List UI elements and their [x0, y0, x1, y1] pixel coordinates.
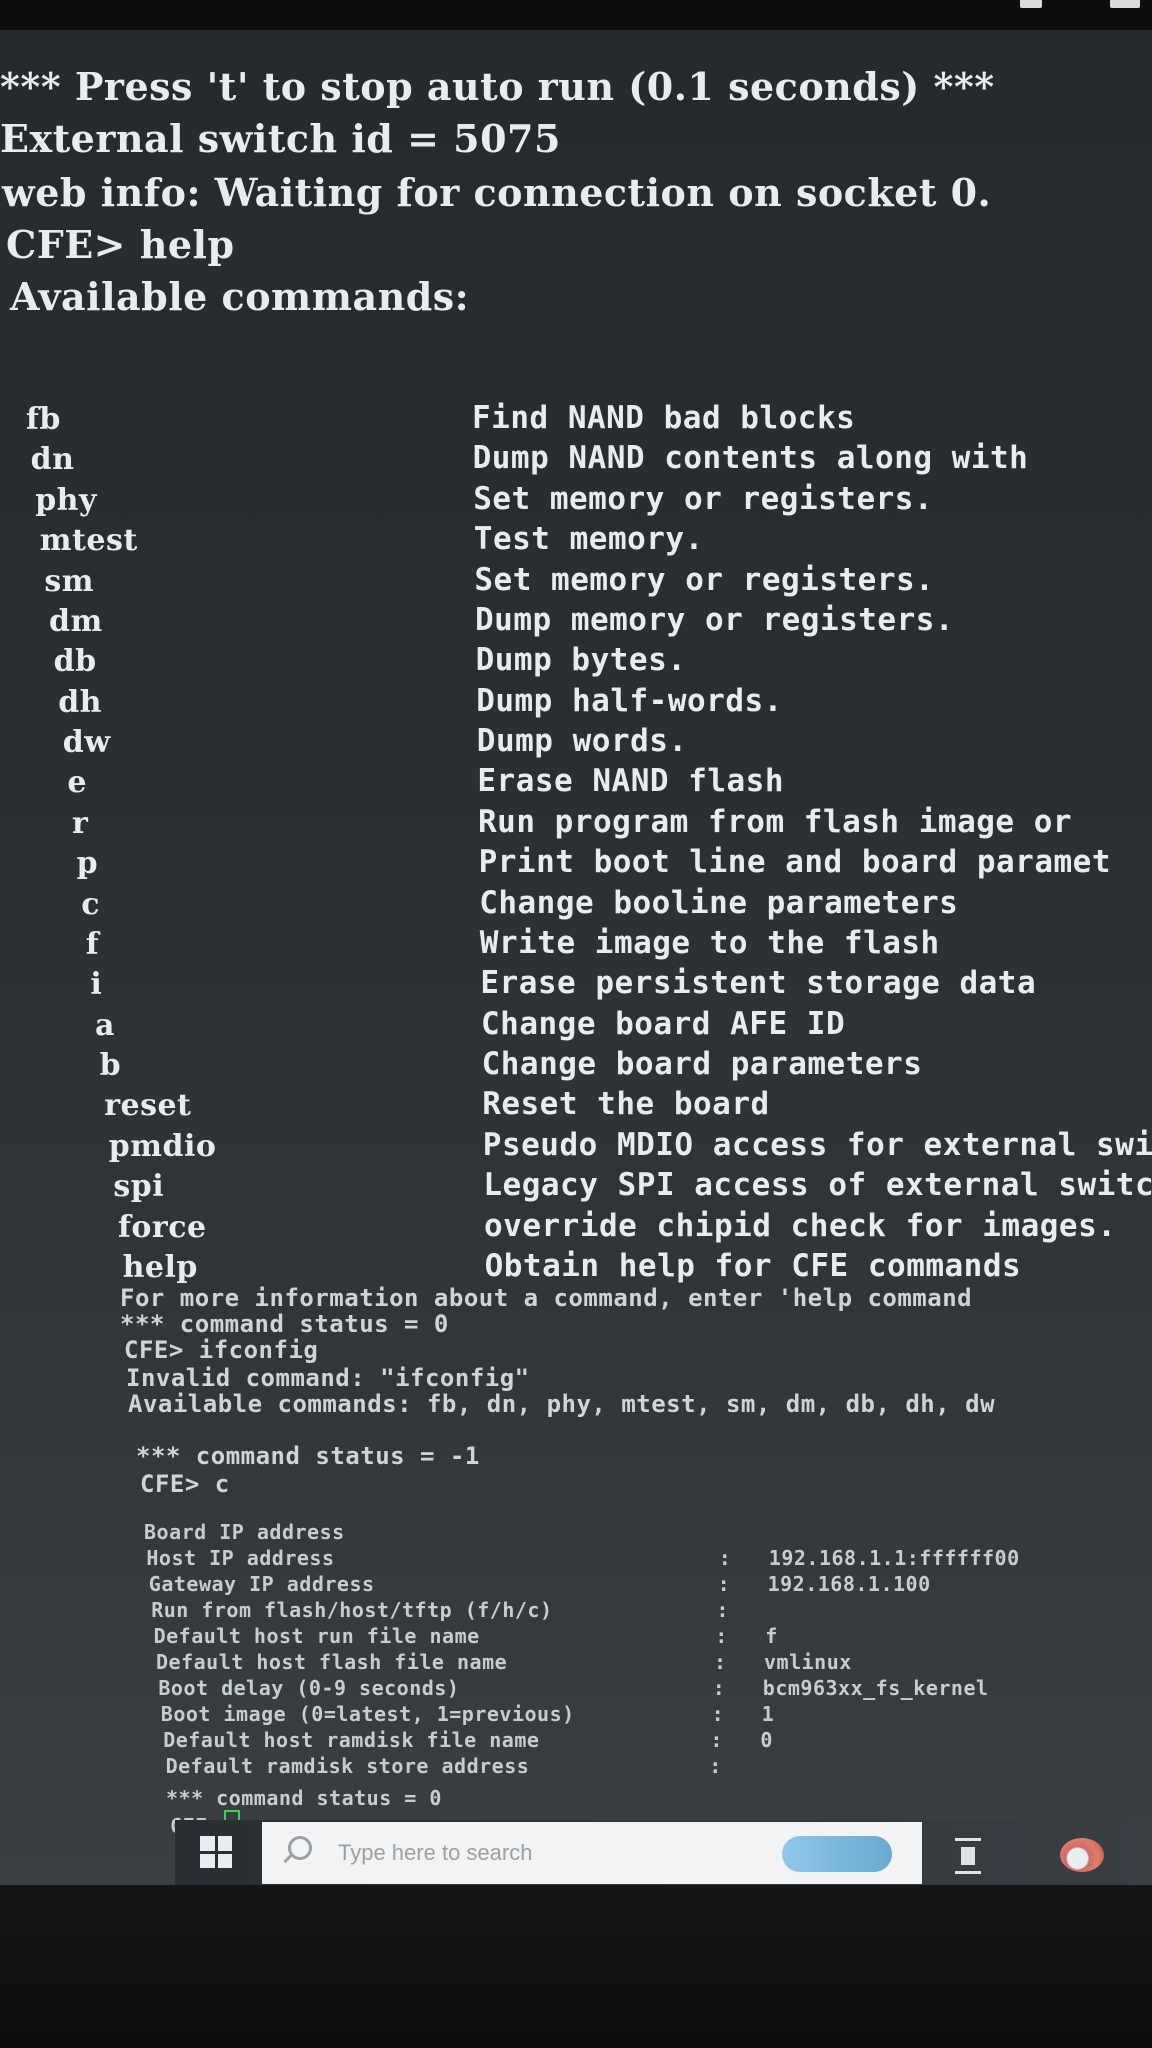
command-name: force	[118, 1209, 207, 1245]
windows-start-icon[interactable]	[200, 1836, 232, 1868]
command-name: dh	[58, 684, 102, 720]
switch-id-line: External switch id = 5075	[0, 116, 561, 161]
edge-browser-icon[interactable]	[1060, 1838, 1104, 1872]
task-view-icon[interactable]	[955, 1838, 981, 1874]
command-description: Legacy SPI access of external switc	[483, 1167, 1152, 1204]
parameter-value: vmlinux	[764, 1650, 852, 1674]
parameter-value: f	[765, 1624, 778, 1648]
parameter-label: Boot image (0=latest, 1=previous)	[160, 1702, 575, 1726]
command-name: pmdio	[108, 1128, 217, 1164]
parameter-separator: :	[716, 1598, 729, 1622]
invalid-command-line: Invalid command: "ifconfig"	[126, 1364, 530, 1392]
command-description: Erase NAND flash	[477, 763, 785, 800]
parameter-label: Host IP address	[146, 1546, 335, 1570]
command-description: Change board parameters	[481, 1046, 923, 1083]
command-name: e	[67, 765, 87, 801]
command-name: f	[85, 926, 100, 962]
command-description: Find NAND bad blocks	[472, 400, 856, 436]
command-name: spi	[113, 1169, 165, 1205]
parameter-value: 192.168.1.100	[767, 1572, 931, 1596]
prompt-help: CFE> help	[6, 222, 235, 267]
parameter-separator: :	[717, 1572, 731, 1596]
parameter-label: Boot delay (0-9 seconds)	[158, 1676, 460, 1700]
command-status: *** command status = 0	[120, 1310, 449, 1338]
parameter-label: Default host flash file name	[156, 1650, 508, 1674]
command-name: sm	[44, 563, 95, 599]
command-name: mtest	[39, 523, 138, 559]
command-description: Dump half-words.	[476, 682, 783, 719]
command-description: Change booline parameters	[479, 884, 959, 921]
command-description: Change board AFE ID	[481, 1005, 846, 1042]
parameter-separator: :	[712, 1676, 726, 1700]
command-description: Dump memory or registers.	[475, 601, 955, 638]
autorun-banner: *** Press 't' to stop auto run (0.1 seco…	[0, 64, 995, 109]
command-name: db	[53, 644, 97, 680]
parameter-separator: :	[711, 1702, 725, 1726]
parameter-label: Default host run file name	[153, 1624, 480, 1648]
command-name: phy	[35, 482, 97, 518]
command-description: override chipid check for images.	[484, 1207, 1117, 1244]
parameter-label: Default host ramdisk file name	[163, 1728, 540, 1752]
prompt-c: CFE> c	[140, 1470, 230, 1498]
parameter-label: Run from flash/host/tftp (f/h/c)	[151, 1598, 553, 1622]
search-highlight-art	[782, 1836, 892, 1872]
taskbar-search-box[interactable]: Type here to search	[262, 1822, 922, 1884]
parameter-value: 0	[760, 1728, 773, 1752]
command-name: reset	[104, 1088, 192, 1124]
parameter-value: bcm963xx_fs_kernel	[762, 1676, 989, 1700]
command-name: p	[76, 846, 99, 882]
command-description: Set memory or registers.	[474, 561, 935, 598]
search-placeholder: Type here to search	[338, 1840, 533, 1865]
desk-area	[0, 1885, 1152, 2048]
command-description: Obtain help for CFE commands	[484, 1248, 1022, 1284]
command-name: dw	[62, 725, 111, 761]
bezel-highlight	[1110, 0, 1140, 8]
command-status: *** command status = -1	[136, 1442, 480, 1470]
available-header: Available commands:	[10, 274, 470, 319]
available-commands-list: Available commands: fb, dn, phy, mtest, …	[128, 1390, 996, 1418]
terminal-screen[interactable]: *** Press 't' to stop auto run (0.1 seco…	[0, 30, 1152, 1885]
command-description: Reset the board	[482, 1086, 770, 1123]
parameter-label: Default ramdisk store address	[165, 1754, 530, 1778]
command-name: fb	[26, 402, 61, 437]
command-description: Write image to the flash	[479, 924, 940, 961]
command-description: Test memory.	[473, 521, 704, 558]
command-description: Dump NAND contents along with	[472, 440, 1029, 477]
monitor-bezel-top	[0, 0, 1152, 30]
web-info-line: web info: Waiting for connection on sock…	[2, 170, 992, 215]
command-name: dn	[30, 442, 75, 478]
parameter-value: 1	[761, 1702, 775, 1726]
command-description: Run program from flash image or	[478, 803, 1073, 840]
parameter-separator: :	[715, 1624, 728, 1648]
parameter-separator: :	[718, 1546, 732, 1570]
prompt-ifconfig: CFE> ifconfig	[124, 1336, 319, 1364]
command-name: i	[90, 967, 103, 1003]
more-info-line: For more information about a command, en…	[120, 1284, 973, 1312]
parameter-separator: :	[710, 1728, 723, 1752]
command-name: help	[122, 1250, 198, 1285]
parameter-separator: :	[709, 1754, 722, 1778]
command-description: Print boot line and board paramet	[478, 844, 1111, 881]
command-name: dm	[49, 603, 103, 639]
parameter-label: Gateway IP address	[148, 1572, 375, 1596]
parameter-separator: :	[714, 1650, 727, 1674]
command-name: c	[81, 886, 100, 922]
bezel-highlight	[1020, 0, 1042, 8]
command-name: r	[72, 805, 89, 841]
command-status: *** command status = 0	[166, 1786, 442, 1810]
command-description: Set memory or registers.	[473, 480, 934, 517]
parameter-label: Board IP address	[144, 1520, 345, 1544]
command-description: Erase persistent storage data	[480, 965, 1037, 1002]
command-description: Pseudo MDIO access for external swi	[482, 1126, 1152, 1163]
command-name: a	[95, 1007, 115, 1043]
command-description: Dump words.	[476, 723, 688, 760]
command-name: b	[99, 1048, 122, 1084]
command-description: Dump bytes.	[475, 642, 687, 679]
parameter-value: 192.168.1.1:ffffff00	[768, 1546, 1020, 1570]
search-icon	[288, 1836, 312, 1860]
